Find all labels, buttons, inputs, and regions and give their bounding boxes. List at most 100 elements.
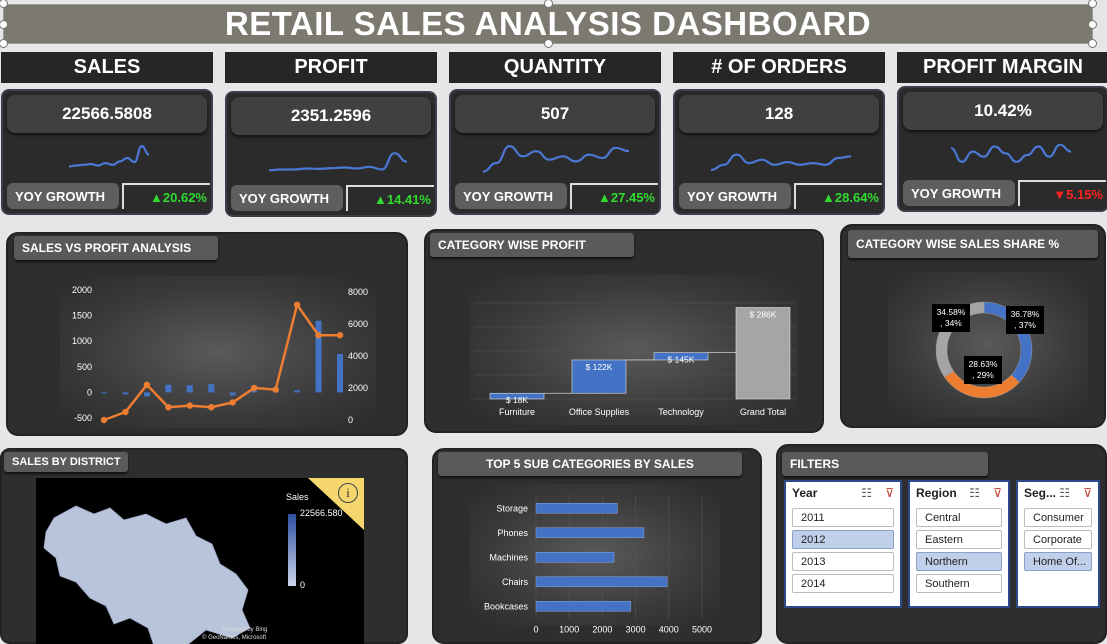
slicer-title: Seg... <box>1024 486 1057 500</box>
category-tick-label: Phones <box>497 528 528 538</box>
profit-line <box>103 301 340 422</box>
category-tick-label: Office Supplies <box>569 407 630 417</box>
yoy-growth-value: ▼5.15% <box>1018 180 1106 206</box>
sales-bar <box>101 392 107 394</box>
clear-filter-icon[interactable]: ⊽ <box>885 486 894 500</box>
category-tick-label: Furniture <box>499 407 535 417</box>
sparkline-path <box>68 144 150 168</box>
map-credit: © GeoNames, Microsoft <box>202 635 267 641</box>
kpi-value: 2351.2596 <box>231 97 431 135</box>
clear-filter-icon[interactable]: ⊽ <box>1083 486 1092 500</box>
slicer-item[interactable]: 2014 <box>792 574 894 593</box>
category-profit-chart: $ 18K Furniture $ 122K Office Supplies $ 145… <box>474 302 796 417</box>
subcategory-bar <box>535 503 618 514</box>
yoy-growth-label: YOY GROWTH <box>903 180 1015 206</box>
data-label: 34.58% <box>937 307 966 317</box>
kpi-sparkline <box>482 144 630 173</box>
slicer-year: Year ☷ ⊽ 2011 2012 2013 2014 <box>784 480 902 608</box>
kpi-header-5: PROFIT MARGIN <box>897 52 1107 83</box>
slicer-item[interactable]: Home Of... <box>1024 552 1092 571</box>
kpi-value: 128 <box>679 95 879 133</box>
legend-title: Sales <box>286 492 309 502</box>
map-powered-by: Powered by Bing <box>222 627 268 633</box>
category-tick-label: Chairs <box>502 577 529 587</box>
slicer-item[interactable]: Corporate <box>1024 530 1092 549</box>
resize-handle[interactable] <box>1088 39 1097 48</box>
slicer-item[interactable]: 2011 <box>792 508 894 527</box>
slicer-title: Year <box>792 486 818 500</box>
slicer-item[interactable]: 2013 <box>792 552 894 571</box>
kpi-card: 22566.5808 YOY GROWTH ▲20.62% <box>1 89 213 215</box>
multi-select-icon[interactable]: ☷ <box>969 486 980 500</box>
waterfall-bar <box>735 307 791 400</box>
y-left-tick-label: 0 <box>87 387 92 397</box>
y-right-tick-label: 4000 <box>348 351 368 361</box>
profit-point <box>122 408 129 416</box>
sales-bar <box>143 392 150 397</box>
data-label: $ 18K <box>506 395 529 405</box>
subcategory-bar <box>535 527 645 538</box>
kpi-sparkline <box>68 144 150 168</box>
info-icon[interactable]: i <box>338 483 358 503</box>
x-tick-label: 2000 <box>592 625 612 635</box>
slicer-item[interactable]: Eastern <box>916 530 1002 549</box>
dashboard-title-banner[interactable]: RETAIL SALES ANALYSIS DASHBOARD <box>3 4 1093 44</box>
profit-point <box>165 404 172 411</box>
subcategory-bar <box>535 576 668 587</box>
slicer-item[interactable]: Southern <box>916 574 1002 593</box>
y-left-tick-label: 1000 <box>72 336 92 346</box>
category-tick-label: Technology <box>658 407 704 417</box>
yoy-growth-label: YOY GROWTH <box>7 183 119 209</box>
profit-point <box>272 386 279 393</box>
category-share-panel: CATEGORY WISE SALES SHARE % 36.78%, 37% 2… <box>840 224 1106 428</box>
clear-filter-icon[interactable]: ⊽ <box>993 486 1002 500</box>
panel-title: FILTERS <box>782 452 988 476</box>
sales-bar <box>208 384 215 393</box>
subcategory-bar <box>535 601 631 612</box>
profit-point <box>250 384 258 392</box>
x-tick-label: 5000 <box>692 625 712 635</box>
kpi-header-4: # OF ORDERS <box>673 52 885 83</box>
sales-bar <box>165 384 172 393</box>
sparkline-path <box>710 153 852 171</box>
profit-point <box>143 381 151 388</box>
category-tick-label: Bookcases <box>484 601 529 611</box>
y-left-tick-label: 1500 <box>72 311 92 321</box>
map-canvas[interactable]: Sales 22566.580 0 i Powered by Bing © Ge… <box>36 478 364 644</box>
profit-point <box>293 301 301 308</box>
y-left-tick-label: 500 <box>77 362 92 372</box>
top5-bar-chart: 0 1000 2000 3000 4000 5000 Storage Phones Machin… <box>484 496 712 635</box>
district-region-shape[interactable] <box>43 505 251 644</box>
resize-handle[interactable] <box>544 39 553 48</box>
y-left-tick-label: 2000 <box>72 285 92 295</box>
slicer-item[interactable]: Consumer <box>1024 508 1092 527</box>
sparkline-path <box>482 144 630 173</box>
y-left-tick-label: -500 <box>74 413 92 423</box>
slicer-item[interactable]: Central <box>916 508 1002 527</box>
resize-handle[interactable] <box>1088 20 1097 29</box>
resize-handle[interactable] <box>1088 0 1097 8</box>
y-right-tick-label: 0 <box>348 415 353 425</box>
data-label: , 29% <box>972 370 994 380</box>
district-map[interactable] <box>36 478 364 644</box>
multi-select-icon[interactable]: ☷ <box>1059 486 1070 500</box>
y-right-tick-label: 2000 <box>348 383 368 393</box>
sparkline-path <box>950 143 1072 163</box>
kpi-sparkline <box>710 153 852 171</box>
slicer-item[interactable]: Northern <box>916 552 1002 571</box>
data-label: 36.78% <box>1011 309 1040 319</box>
filters-panel: FILTERS Year ☷ ⊽ 2011 2012 2013 2014 Region ☷ ⊽ Ce… <box>776 444 1107 644</box>
yoy-growth-value: ▲20.62% <box>122 183 210 209</box>
legend-max: 22566.580 <box>300 508 343 518</box>
slicer-item[interactable]: 2012 <box>792 530 894 549</box>
kpi-card: 128 YOY GROWTH ▲28.64% <box>673 89 885 215</box>
legend-min: 0 <box>300 580 306 590</box>
multi-select-icon[interactable]: ☷ <box>861 486 872 500</box>
dashboard-title: RETAIL SALES ANALYSIS DASHBOARD <box>224 5 872 42</box>
yoy-growth-value: ▲14.41% <box>346 185 434 211</box>
profit-point <box>315 332 322 339</box>
sales-bar <box>122 392 129 395</box>
profit-point <box>186 402 194 409</box>
x-tick-label: 1000 <box>559 625 579 635</box>
resize-handle[interactable] <box>0 39 8 48</box>
